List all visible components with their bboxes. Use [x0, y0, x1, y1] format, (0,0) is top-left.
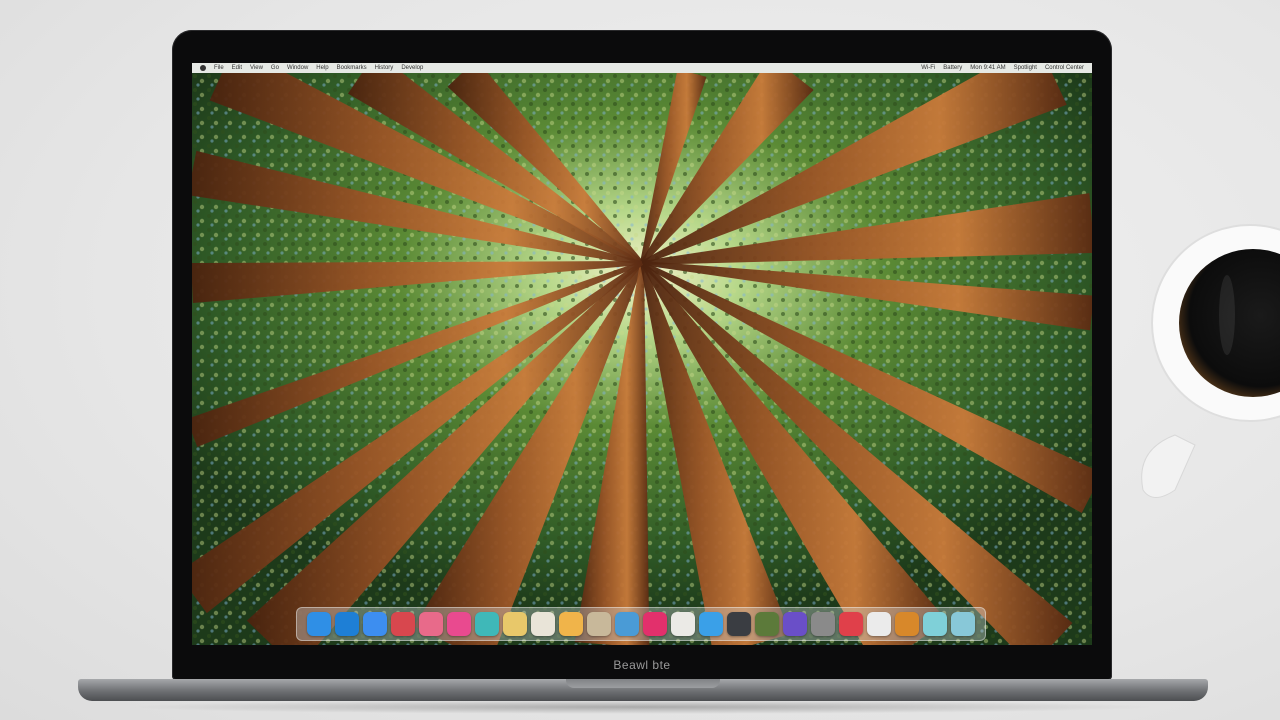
maps-icon[interactable]	[391, 612, 415, 636]
laptop-shadow	[120, 700, 1160, 714]
status-item[interactable]: Wi-Fi	[921, 65, 935, 71]
mail-icon[interactable]	[363, 612, 387, 636]
news-icon[interactable]	[839, 612, 863, 636]
menu-item[interactable]: Window	[287, 65, 308, 71]
dock	[296, 607, 986, 641]
bezel-label: Beawl bte	[613, 658, 671, 672]
notes-icon[interactable]	[503, 612, 527, 636]
menu-bar-left: File Edit View Go Window Help Bookmarks History…	[200, 65, 423, 71]
status-item[interactable]: Control Center	[1045, 65, 1084, 71]
menu-item[interactable]: View	[250, 65, 263, 71]
messages-icon[interactable]	[475, 612, 499, 636]
menu-item[interactable]: History	[375, 65, 394, 71]
music-icon[interactable]	[643, 612, 667, 636]
photos-icon[interactable]	[419, 612, 443, 636]
preview-icon[interactable]	[671, 612, 695, 636]
menu-bar: File Edit View Go Window Help Bookmarks History…	[192, 63, 1092, 73]
menu-item[interactable]: Develop	[401, 65, 423, 71]
menu-item[interactable]: Help	[316, 65, 328, 71]
firefox-icon[interactable]	[895, 612, 919, 636]
menu-item[interactable]: Bookmarks	[337, 65, 367, 71]
laptop-base	[78, 679, 1208, 701]
terminal-icon[interactable]	[727, 612, 751, 636]
chrome-icon[interactable]	[755, 612, 779, 636]
menu-item[interactable]: Edit	[232, 65, 242, 71]
apple-icon[interactable]	[200, 65, 206, 71]
reminders-icon[interactable]	[531, 612, 555, 636]
menu-item[interactable]: File	[214, 65, 224, 71]
podcasts-icon[interactable]	[783, 612, 807, 636]
opening-notch	[566, 679, 720, 688]
status-item[interactable]: Battery	[943, 65, 962, 71]
downloads-icon[interactable]	[923, 612, 947, 636]
screen: File Edit View Go Window Help Bookmarks History…	[192, 63, 1092, 645]
status-item[interactable]: Spotlight	[1014, 65, 1037, 71]
laptop: File Edit View Go Window Help Bookmarks History…	[172, 30, 1112, 680]
coffee-cup	[1141, 224, 1280, 498]
calendar-icon[interactable]	[559, 612, 583, 636]
redwood-forest-wallpaper	[192, 73, 1092, 645]
preferences-icon[interactable]	[867, 612, 891, 636]
finder-icon[interactable]	[307, 612, 331, 636]
safari-icon[interactable]	[335, 612, 359, 636]
tv-icon[interactable]	[811, 612, 835, 636]
menu-bar-right: Wi-Fi Battery Mon 9:41 AM Spotlight Control …	[921, 65, 1084, 71]
itunes-icon[interactable]	[447, 612, 471, 636]
menu-item[interactable]: Go	[271, 65, 279, 71]
trash-icon[interactable]	[951, 612, 975, 636]
contacts-icon[interactable]	[587, 612, 611, 636]
appstore-icon[interactable]	[699, 612, 723, 636]
facetime-icon[interactable]	[615, 612, 639, 636]
status-item[interactable]: Mon 9:41 AM	[970, 65, 1005, 71]
